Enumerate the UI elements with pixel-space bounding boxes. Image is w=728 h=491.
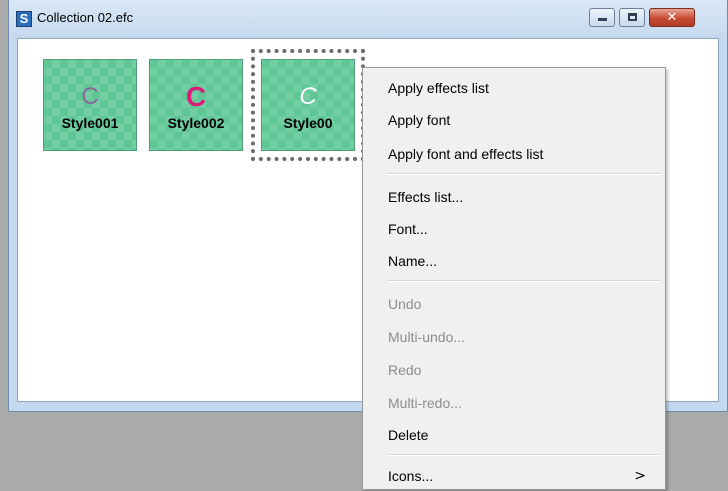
menu-item-name[interactable]: Name... (364, 246, 664, 276)
submenu-arrow-icon: > (634, 468, 646, 484)
style-preview-glyph: C (299, 83, 317, 110)
menu-separator (387, 280, 661, 282)
style-tile-style002[interactable]: C Style002 (149, 59, 243, 151)
menu-separator (387, 454, 661, 456)
style-preview-glyph: C (185, 81, 207, 112)
menu-item-icons-label: Icons... (388, 468, 434, 484)
menu-item-font[interactable]: Font... (364, 214, 664, 244)
app-icon-letter: S (19, 11, 29, 26)
menu-item-apply-font-and-effects-list[interactable]: Apply font and effects list (364, 139, 664, 169)
style-name-label: Style001 (61, 115, 119, 131)
style-tile-style003-selected[interactable]: C Style00 (261, 59, 355, 151)
menu-item-apply-font[interactable]: Apply font (364, 105, 664, 135)
menu-item-multi-undo[interactable]: Multi-undo... (364, 322, 664, 352)
menu-item-icons[interactable]: Icons... > (364, 461, 664, 491)
menu-separator (387, 173, 661, 175)
context-menu: Apply effects list Apply font Apply font… (362, 67, 666, 490)
style-name-label: Style002 (167, 115, 225, 131)
style-preview-glyph: C (81, 83, 99, 110)
app-icon[interactable]: S (16, 11, 32, 27)
close-icon: ✕ (666, 10, 678, 25)
menu-item-apply-effects-list[interactable]: Apply effects list (364, 73, 664, 103)
menu-item-delete[interactable]: Delete (364, 420, 664, 450)
style-name-label: Style00 (283, 115, 333, 131)
style-tile-style001[interactable]: C Style001 (43, 59, 137, 151)
minimize-button[interactable] (589, 8, 615, 27)
maximize-button[interactable] (619, 8, 645, 27)
title-bar[interactable]: S Collection 02.efc ✕ (9, 0, 727, 38)
window-title: Collection 02.efc (37, 10, 134, 25)
menu-item-multi-redo[interactable]: Multi-redo... (364, 388, 664, 418)
maximize-icon (628, 13, 637, 21)
menu-item-undo[interactable]: Undo (364, 289, 664, 319)
menu-item-effects-list[interactable]: Effects list... (364, 182, 664, 212)
minimize-icon (598, 18, 607, 21)
menu-item-redo[interactable]: Redo (364, 355, 664, 385)
close-button[interactable]: ✕ (649, 8, 695, 27)
